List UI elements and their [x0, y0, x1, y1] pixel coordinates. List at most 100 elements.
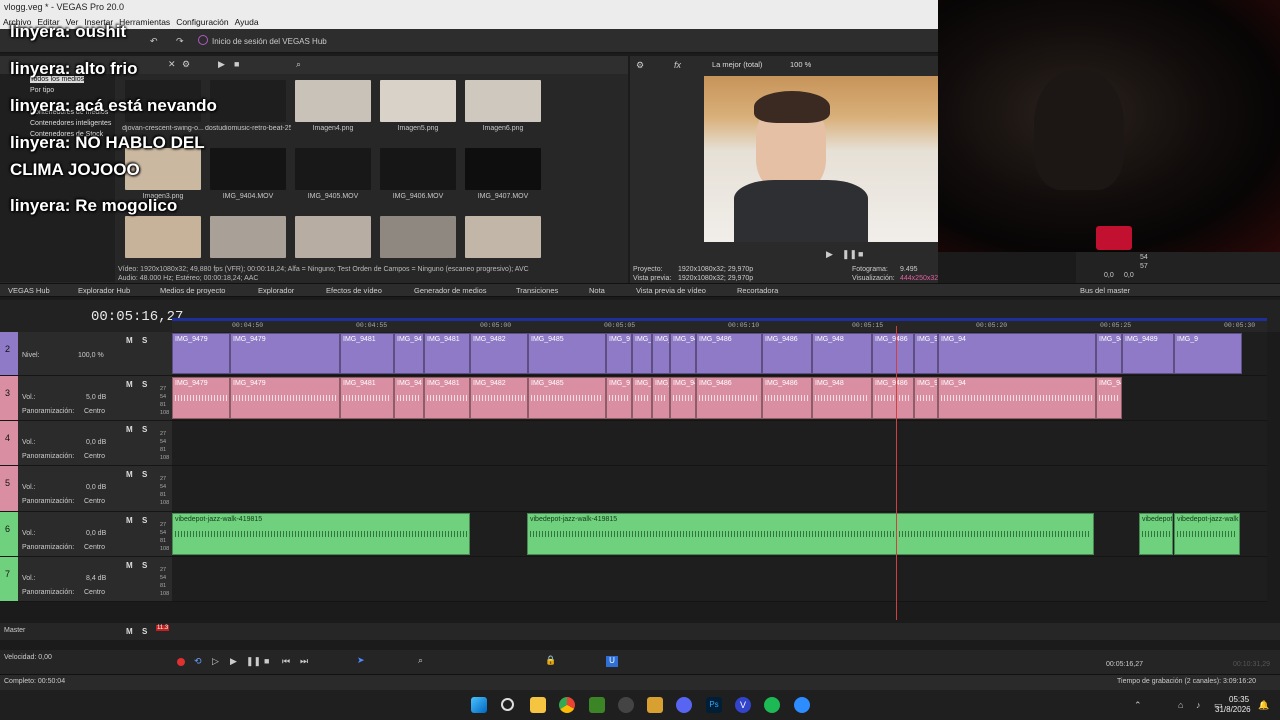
snapping-icon[interactable]: U — [606, 656, 618, 667]
video-clip[interactable]: IMG_94 — [938, 333, 1096, 374]
loop-icon[interactable]: ⟲ — [194, 656, 202, 667]
tab-master-bus[interactable]: Bus del master — [1080, 286, 1130, 295]
audio-clip[interactable]: IMG_9481 — [340, 377, 394, 419]
video-clip[interactable]: IMG_9486 — [914, 333, 938, 374]
play-from-start-icon[interactable]: ▷ — [212, 656, 219, 667]
solo-button[interactable]: S — [142, 627, 147, 636]
tab-trimmer[interactable]: Recortadora — [737, 286, 778, 295]
mute-button[interactable]: M — [126, 561, 133, 570]
redo-icon[interactable]: ↷ — [176, 36, 184, 47]
media-thumbnail[interactable] — [295, 80, 371, 122]
pause-icon[interactable]: ❚❚ — [246, 656, 261, 667]
audio-clip[interactable]: IMG_9486 — [670, 377, 696, 419]
track-header[interactable]: 4 M S Vol.: 0,0 dB Panoramización: Centro 27 54 8… — [0, 421, 172, 466]
tab-video-preview[interactable]: Vista previa de vídeo — [636, 286, 706, 295]
tab-video-fx[interactable]: Efectos de vídeo — [326, 286, 382, 295]
discord-icon[interactable] — [676, 697, 692, 713]
media-thumbnail[interactable] — [465, 80, 541, 122]
tab-vegas-hub[interactable]: VEGAS Hub — [8, 286, 50, 295]
track-header[interactable]: 2 M S Nivel: 100,0 % — [0, 332, 172, 376]
video-clip[interactable]: IMG_9479 — [172, 333, 230, 374]
vegas-icon[interactable]: V — [735, 697, 751, 713]
media-thumbnail[interactable] — [380, 148, 456, 190]
audio-clip[interactable]: IMG_9 — [652, 377, 670, 419]
notification-icon[interactable]: 🔔 — [1258, 700, 1269, 711]
track-lane[interactable]: vibedepot-jazz-walk-419815 vibedepot-jazz… — [172, 512, 1267, 557]
track-header[interactable]: 7 M S Vol.: 8,4 dB Panoramización: Centro 27 54 8… — [0, 557, 172, 602]
video-clip[interactable]: IMG_9486 — [670, 333, 696, 374]
media-thumbnail[interactable] — [465, 216, 541, 258]
tree-item-type[interactable]: Por tipo — [30, 87, 54, 94]
minecraft-icon[interactable] — [589, 697, 605, 713]
gear-icon[interactable]: ⚙ — [636, 60, 644, 71]
track-lane[interactable]: IMG_9479 IMG_9479 IMG_9481 IMG_94 IMG_9481 IM… — [172, 332, 1267, 376]
track-lane[interactable]: IMG_9479 IMG_9479 IMG_9481 IMG_94 IMG_9481 IM… — [172, 376, 1267, 421]
stop-icon[interactable]: ■ — [264, 656, 269, 666]
hub-login[interactable]: Inicio de sesión del VEGAS Hub — [212, 37, 327, 46]
video-clip[interactable]: IMG_9481 — [424, 333, 470, 374]
audio-clip[interactable]: IMG_94 — [938, 377, 1096, 419]
mute-button[interactable]: M — [126, 627, 133, 636]
video-clip[interactable]: IMG_9481 — [340, 333, 394, 374]
video-clip[interactable]: IMG_9486 — [872, 333, 914, 374]
photoshop-icon[interactable]: Ps — [706, 697, 722, 713]
lock-icon[interactable]: 🔒 — [545, 655, 556, 666]
zoom-tool-icon[interactable]: ⌕ — [418, 655, 423, 666]
media-thumbnail[interactable] — [465, 148, 541, 190]
play-icon[interactable]: ▶ — [218, 59, 225, 70]
audio-clip[interactable]: IMG_9479 — [230, 377, 340, 419]
solo-button[interactable]: S — [142, 336, 147, 345]
track-lane[interactable] — [172, 557, 1267, 602]
time-ruler[interactable]: 00:04:50 00:04:55 00:05:00 00:05:05 00:05:10… — [172, 318, 1267, 332]
audio-clip[interactable]: IMG_9486 — [632, 377, 652, 419]
go-to-end-icon[interactable]: ⏭ — [300, 656, 308, 667]
volume-icon[interactable]: ♪ — [1196, 700, 1201, 710]
audio-clip[interactable]: IMG_9486 — [872, 377, 914, 419]
solo-button[interactable]: S — [142, 470, 147, 479]
solo-button[interactable]: S — [142, 561, 147, 570]
tab-hub-explorer[interactable]: Explorador Hub — [78, 286, 130, 295]
menu-configuracion[interactable]: Configuración — [173, 15, 231, 29]
audio-clip[interactable]: IMG_9486 — [1096, 377, 1122, 419]
track-lane[interactable] — [172, 466, 1267, 512]
video-clip[interactable]: IMG_9482 — [470, 333, 528, 374]
solo-button[interactable]: S — [142, 380, 147, 389]
track-lane[interactable] — [172, 421, 1267, 466]
media-thumbnail[interactable] — [125, 216, 201, 258]
media-thumbnail[interactable] — [210, 148, 286, 190]
pause-icon[interactable]: ❚❚ — [842, 249, 857, 260]
music-clip[interactable]: vibedepot-jazz-walk — [1174, 513, 1240, 555]
track-header[interactable]: 3 M S Vol.: 5,0 dB Panoramización: Centro 27 54 8… — [0, 376, 172, 421]
media-thumbnail[interactable] — [295, 216, 371, 258]
track-header[interactable]: 6 M S Vol.: 0,0 dB Panoramización: Centro 27 54 8… — [0, 512, 172, 557]
record-button[interactable] — [177, 658, 185, 666]
audio-clip[interactable]: IMG_9486 — [762, 377, 812, 419]
video-clip[interactable]: IMG_9486 — [632, 333, 652, 374]
media-thumbnail[interactable] — [210, 80, 286, 122]
normal-edit-tool-icon[interactable]: ➤ — [357, 655, 365, 666]
media-thumbnail[interactable] — [295, 148, 371, 190]
chevron-up-icon[interactable]: ⌃ — [1134, 700, 1142, 711]
undo-icon[interactable]: ↶ — [150, 36, 158, 47]
fx-icon[interactable]: fx — [674, 60, 681, 70]
tab-project-media[interactable]: Medios de proyecto — [160, 286, 225, 295]
media-thumbnail[interactable] — [380, 216, 456, 258]
search-icon[interactable]: ⌕ — [296, 59, 301, 70]
solo-button[interactable]: S — [142, 425, 147, 434]
app-icon[interactable] — [647, 697, 663, 713]
video-clip[interactable]: IMG_9486 — [696, 333, 762, 374]
vegas-hub-icon[interactable] — [198, 35, 208, 45]
video-clip[interactable]: IMG_9479 — [230, 333, 340, 374]
gear-icon[interactable]: ⚙ — [182, 59, 190, 70]
stop-icon[interactable]: ■ — [234, 59, 239, 69]
tree-item-smart[interactable]: Contenedores inteligentes — [30, 120, 111, 127]
play-icon[interactable]: ▶ — [826, 249, 833, 260]
clock-time[interactable]: 05:35 — [1229, 695, 1249, 704]
audio-clip[interactable]: IMG_9486 — [696, 377, 762, 419]
audio-clip[interactable]: IMG_948 — [812, 377, 872, 419]
app-icon[interactable] — [618, 697, 634, 713]
video-clip[interactable]: IMG_948 — [812, 333, 872, 374]
video-clip[interactable]: IMG_94 — [394, 333, 424, 374]
audio-clip[interactable]: IMG_9486 — [914, 377, 938, 419]
audio-clip[interactable]: IMG_9485 — [528, 377, 606, 419]
